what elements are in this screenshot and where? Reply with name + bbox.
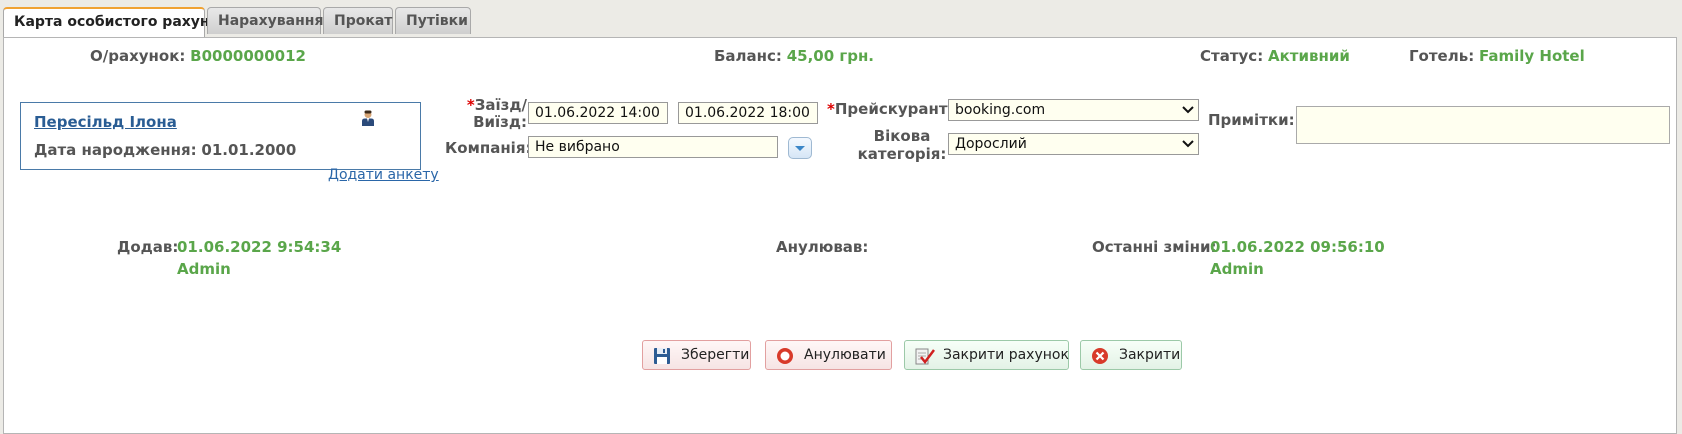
company-label: Компанія:: [445, 139, 532, 157]
account-card-panel: О/рахунок: B0000000012 Баланс: 45,00 грн…: [3, 37, 1677, 434]
added-date: 01.06.2022 9:54:34: [177, 238, 342, 256]
status-label: Статус:: [1200, 47, 1264, 65]
account-label: О/рахунок:: [90, 47, 186, 65]
last-changes-user: Admin: [1210, 260, 1264, 278]
guest-name-link[interactable]: Пересільд Ілона: [34, 113, 177, 131]
age-category-select[interactable]: Дорослий: [948, 133, 1199, 155]
company-input[interactable]: Не вибрано: [528, 136, 778, 158]
added-by-label: Додав:: [117, 238, 179, 256]
account-number: О/рахунок: B0000000012: [90, 47, 306, 65]
account-value: B0000000012: [190, 47, 306, 65]
floppy-disk-icon: [654, 348, 670, 364]
cancelled-by-label: Анулював:: [776, 238, 869, 256]
stop-circle-icon: [777, 348, 793, 364]
cancel-account-button[interactable]: Анулювати: [765, 340, 892, 370]
hotel-value: Family Hotel: [1478, 47, 1585, 65]
required-mark: *: [466, 96, 475, 114]
pricelist-label: *Прейскурант:: [827, 100, 954, 118]
status: Статус: Активний: [1200, 47, 1350, 65]
status-value: Активний: [1267, 47, 1350, 65]
balance: Баланс: 45,00 грн.: [714, 47, 874, 65]
added-user: Admin: [177, 260, 231, 278]
hotel: Готель: Family Hotel: [1409, 47, 1585, 65]
close-account-button[interactable]: Закрити рахунок: [904, 340, 1069, 370]
person-icon[interactable]: [361, 110, 375, 126]
birth-date: Дата народження: 01.01.2000: [34, 141, 296, 159]
balance-label: Баланс:: [714, 47, 782, 65]
save-button[interactable]: Зберегти: [642, 340, 751, 370]
hotel-label: Готель:: [1409, 47, 1475, 65]
checkin-date-input[interactable]: 01.06.2022 14:00: [528, 102, 668, 124]
pricelist-select[interactable]: booking.com: [948, 99, 1199, 121]
notes-label: Примітки:: [1208, 111, 1295, 129]
chevron-down-icon: [1182, 140, 1194, 148]
age-category-selected-value: Дорослий: [955, 136, 1027, 152]
pricelist-selected-value: booking.com: [955, 102, 1046, 118]
last-changes-label: Останні зміни:: [1092, 238, 1217, 256]
close-icon: [1092, 348, 1108, 364]
tab-account-card[interactable]: Карта особистого рахунку: [3, 7, 228, 37]
checkout-date-input[interactable]: 01.06.2022 18:00: [678, 102, 818, 124]
add-form-link[interactable]: Додати анкету: [328, 167, 439, 183]
tab-charges[interactable]: Нарахування: [207, 7, 323, 34]
chevron-down-icon: [1182, 106, 1194, 114]
notes-textarea[interactable]: [1296, 106, 1670, 144]
birth-date-label: Дата народження:: [34, 141, 197, 159]
last-changes-date: 01.06.2022 09:56:10: [1210, 238, 1385, 256]
company-dropdown-button[interactable]: [788, 137, 812, 159]
checkin-checkout-label: *Заїзд/ Виїзд:: [466, 96, 527, 131]
birth-date-value: 01.01.2000: [201, 141, 297, 159]
chevron-down-icon: [795, 146, 805, 151]
document-check-icon: [915, 348, 935, 365]
tab-vouchers[interactable]: Путівки: [395, 7, 471, 34]
close-button[interactable]: Закрити: [1080, 340, 1182, 370]
guest-card: Пересільд Ілона Дата народження: 01.01.2…: [20, 102, 421, 170]
tab-rental[interactable]: Прокат: [323, 7, 393, 34]
balance-value: 45,00 грн.: [786, 47, 875, 65]
age-category-label: Вікова категорія:: [857, 127, 947, 163]
